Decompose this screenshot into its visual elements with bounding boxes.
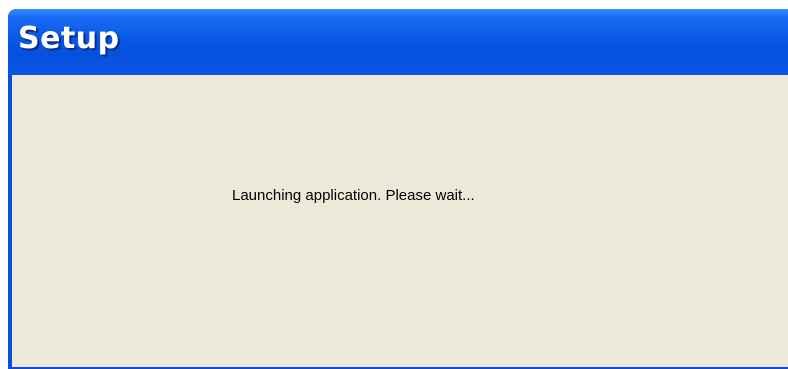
status-message: Launching application. Please wait... <box>232 187 475 204</box>
title-bar[interactable]: Setup <box>8 9 788 75</box>
setup-dialog-window: Setup Launching application. Please wait… <box>8 9 788 369</box>
window-title: Setup <box>18 21 120 56</box>
dialog-client-area: Launching application. Please wait... <box>12 75 788 369</box>
